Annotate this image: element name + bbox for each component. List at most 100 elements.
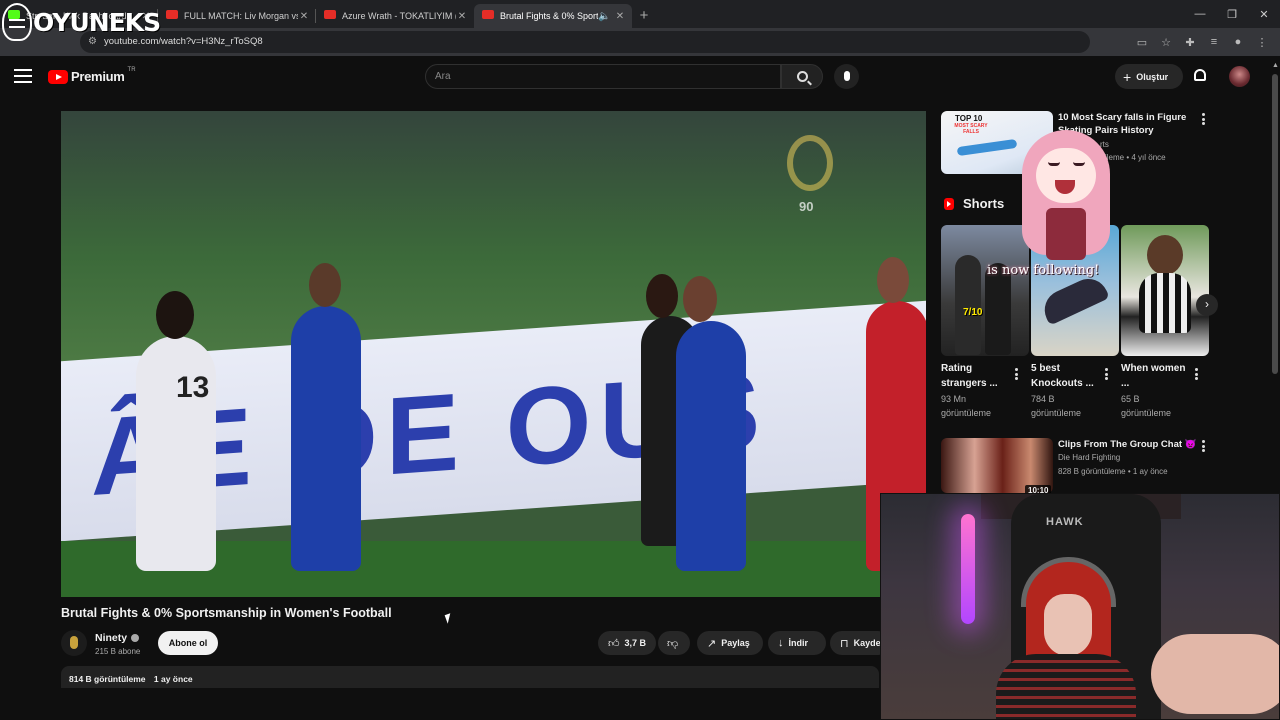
- video-player[interactable]: ÂE DE OUS 13 90: [61, 111, 926, 597]
- follow-message: is now following!: [987, 263, 1100, 278]
- browser-tab-liv-morgan[interactable]: FULL MATCH: Liv Morgan vs. Rh ✕: [158, 4, 316, 28]
- short-views: 93 Mn görüntüleme: [941, 392, 991, 420]
- country-code: TR: [127, 66, 136, 73]
- restore-button[interactable]: ❐: [1216, 0, 1248, 28]
- browser-tab-azure-wrath[interactable]: Azure Wrath - TOKATLIYIM (Pr ✕: [316, 4, 474, 28]
- dislike-button[interactable]: 👎︎: [658, 631, 690, 655]
- more-options-icon[interactable]: [1202, 113, 1205, 125]
- chevron-right-icon[interactable]: ›: [1196, 294, 1218, 316]
- anime-face: [1036, 148, 1096, 203]
- browser-tab-brutal-fights[interactable]: Brutal Fights & 0% Sportsm 🔈 ✕: [474, 4, 632, 28]
- short-title[interactable]: When women ...: [1121, 361, 1191, 391]
- short-views: 784 B görüntüleme: [1031, 392, 1081, 420]
- new-tab-button[interactable]: +: [632, 7, 656, 24]
- share-arrow-icon: ↗: [707, 637, 717, 650]
- plus-icon: +: [1123, 68, 1132, 85]
- thumbs-down-icon: 👎︎: [667, 637, 679, 650]
- youtube-logo[interactable]: Premium TR: [48, 66, 136, 84]
- youtube-icon: [324, 10, 336, 19]
- jersey-number: 13: [176, 371, 210, 404]
- short-title[interactable]: Rating strangers ...: [941, 361, 1011, 391]
- tab-title: Brutal Fights & 0% Sportsm: [500, 11, 598, 21]
- chair-brand-text: HAWK: [1046, 516, 1084, 528]
- short-views: 65 B görüntüleme: [1121, 392, 1171, 420]
- search-button[interactable]: [781, 64, 823, 89]
- extensions-icon[interactable]: ✚: [1180, 36, 1200, 49]
- more-options-icon[interactable]: [1202, 440, 1205, 452]
- channel-avatar[interactable]: [61, 630, 87, 656]
- rec-channel[interactable]: Die Hard Fighting: [1058, 452, 1120, 464]
- scroll-up-icon[interactable]: ▲: [1272, 62, 1279, 69]
- shorts-header: Shorts: [944, 196, 1004, 211]
- download-icon: ↓: [778, 637, 784, 649]
- channel-name[interactable]: Ninety: [95, 632, 140, 644]
- close-window-button[interactable]: ✕: [1248, 0, 1280, 28]
- like-count: 3,7 B: [624, 638, 647, 648]
- cast-icon[interactable]: ▭: [1132, 36, 1152, 49]
- masked-face-icon: [2, 3, 32, 41]
- more-options-icon[interactable]: [1195, 368, 1198, 380]
- address-bar[interactable]: ⚙ youtube.com/watch?v=H3Nz_rToSQ8: [80, 31, 1090, 53]
- short-thumbnail[interactable]: 7/10: [941, 225, 1029, 356]
- like-button[interactable]: 👍︎ 3,7 B: [598, 631, 656, 655]
- browser-tabbar: Stream - Kick Dashboard ✕ FULL MATCH: Li…: [0, 0, 1280, 28]
- thumbs-up-icon: 👍︎: [608, 637, 620, 650]
- youtube-icon: [166, 10, 178, 19]
- download-button[interactable]: ↓ İndir: [768, 631, 826, 655]
- player-figure: [676, 321, 746, 571]
- create-button[interactable]: + Oluştur: [1115, 64, 1183, 89]
- short-thumbnail[interactable]: [1121, 225, 1209, 356]
- close-icon[interactable]: ✕: [298, 11, 310, 22]
- microphone-icon: [843, 70, 850, 81]
- window-controls: — ❐ ✕: [1184, 0, 1280, 28]
- rec-title[interactable]: Clips From The Group Chat 👿: [1058, 438, 1198, 451]
- tab-title: FULL MATCH: Liv Morgan vs. Rh: [184, 11, 298, 21]
- verified-icon: [131, 634, 140, 643]
- person-head: [1147, 235, 1183, 275]
- player-head: [309, 263, 341, 307]
- streamer-logo-overlay: OYUNEKS: [2, 0, 161, 50]
- player-figure: [291, 306, 361, 571]
- minimize-button[interactable]: —: [1184, 0, 1216, 28]
- share-button[interactable]: ↗ Paylaş: [697, 631, 763, 655]
- player-head: [646, 274, 678, 318]
- close-icon[interactable]: ✕: [456, 11, 468, 22]
- views-unit: görüntüleme: [1121, 408, 1172, 418]
- scrollbar-thumb[interactable]: [1272, 74, 1278, 374]
- create-label: Oluştur: [1136, 71, 1169, 82]
- save-label: Kayde: [853, 638, 881, 648]
- description-box[interactable]: 814 B görüntüleme 1 ay önce: [61, 666, 879, 688]
- thumbnail-text: MOST SCARY FALLS: [954, 123, 988, 135]
- view-count: 814 B görüntüleme: [69, 674, 146, 684]
- youtube-icon: [482, 10, 494, 19]
- notification-bell-icon[interactable]: [1194, 69, 1206, 81]
- close-icon[interactable]: ✕: [614, 11, 626, 22]
- subscriber-count: 215 B abone: [95, 647, 141, 656]
- channel-watermark-icon: [787, 135, 833, 191]
- youtube-header: Premium TR Ara + Oluştur: [0, 56, 1280, 96]
- download-label: İndir: [788, 638, 809, 648]
- bookmark-star-icon[interactable]: ☆: [1156, 36, 1176, 49]
- tab-title: Azure Wrath - TOKATLIYIM (Pr: [342, 11, 456, 21]
- voice-search-button[interactable]: [834, 64, 859, 89]
- referee-shirt: [1139, 273, 1191, 333]
- profile-icon[interactable]: ●: [1228, 36, 1248, 48]
- speaker-icon[interactable]: 🔈: [598, 11, 610, 22]
- hamburger-menu-icon[interactable]: [14, 69, 32, 83]
- share-label: Paylaş: [721, 638, 750, 648]
- more-options-icon[interactable]: [1015, 368, 1018, 380]
- account-avatar[interactable]: [1229, 66, 1250, 87]
- person-figure: [955, 255, 981, 355]
- browser-action-icons: ▭ ☆ ✚ ≡ ● ⋮: [1132, 28, 1272, 56]
- streamer-logo-text: OYUNEKS: [33, 8, 161, 37]
- browser-menu-icon[interactable]: ⋮: [1252, 36, 1272, 49]
- search-input[interactable]: Ara: [425, 64, 781, 89]
- short-title[interactable]: 5 best Knockouts ...: [1031, 361, 1101, 391]
- subscribe-button[interactable]: Abone ol: [158, 631, 218, 655]
- media-icon[interactable]: ≡: [1204, 36, 1224, 48]
- person-figure: [1038, 272, 1110, 326]
- browser-toolbar: ↻ ⚙ youtube.com/watch?v=H3Nz_rToSQ8 ▭ ☆ …: [0, 28, 1280, 77]
- more-options-icon[interactable]: [1105, 368, 1108, 380]
- shorts-icon: [944, 197, 954, 210]
- streamer-body: [996, 654, 1136, 719]
